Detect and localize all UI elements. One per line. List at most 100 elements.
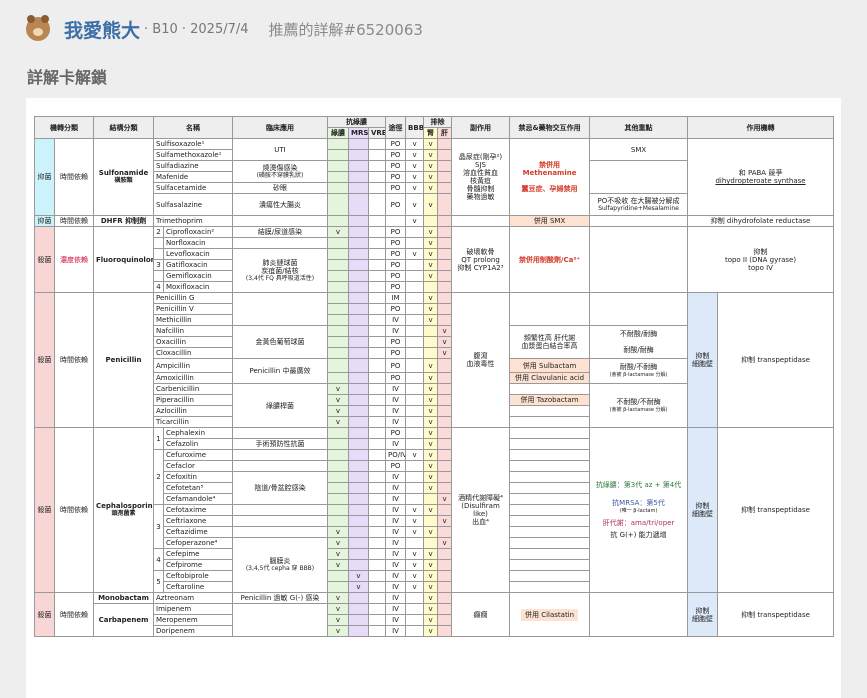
col-clinical: 臨床應用 [232,116,328,139]
class-label: Sulfonamide [98,169,149,177]
post-header: 我愛熊大 · B10 · 2025/7/4 推薦的詳解#6520063 [26,14,423,44]
route: IV [385,526,407,538]
side-effect: 破壞軟骨 [466,247,495,256]
route: PO/IV [385,449,407,461]
kidney: v [423,270,439,282]
side-effect: SJS [475,161,486,169]
drug-name: Aztreonam [153,592,233,604]
col-antipseudo: 抗綠膿 [326,116,387,128]
class-cell: Fluoroquinolone [93,226,154,293]
bbb: v [405,160,425,172]
kidney: v [423,193,439,216]
clinical-cell: 金黃色葡萄球菌 [232,325,328,359]
col-name: 名稱 [153,116,233,139]
section-title: 詳解卡解鎖 [27,68,108,87]
side-effect: 抑制 CYP1A2³ [457,263,504,272]
col-green: 綠膿 [327,127,349,139]
clinical-text: (3,4代 FQ 具呼吸道活性) [245,274,315,282]
other-text: 抗MRSA：第5代 [612,499,665,507]
clinical-cell: 砂眼 [232,182,328,194]
route: IV [385,625,407,637]
side-effect: 骨髓抑制 [466,185,495,193]
table-row: 殺菌 濃度依賴 Fluoroquinolone 2 Ciprofloxacin²… [34,226,835,293]
side-effects-cell: 癲癇 [451,592,511,637]
clinical-text: 肺炎鏈球菌 [262,258,298,267]
dep-cell: 濃度依賴 [54,226,94,293]
moa-cell: 抑制 細胞壁 [687,292,719,428]
side-effect: 溶血性貧血 [463,169,499,177]
page-title: 推薦的詳解#6520063 [268,20,423,39]
col-mrsa: MRSA [348,127,369,139]
header-row-1: 機轉分類 結構分類 名稱 臨床應用 抗綠膿 途徑 BBB 排除 副作用 禁忌&藥… [34,116,835,139]
drug-name: Nafcillin [153,325,233,337]
drug-name: Cefuroxime [163,449,233,461]
moa-text: topo IV [748,263,773,272]
dep-cell: 時間依賴 [54,215,94,227]
drug-name: Cefaclor [163,460,233,472]
class-cell: Cephalosporin 頭孢菌素 [93,427,154,593]
moa-text: topo II (DNA gyrase) [724,255,797,264]
green: v [327,548,349,560]
side-effect: 酒精代謝障礙⁴ [458,494,503,502]
dep-cell: 時間依賴 [54,592,94,637]
other-text: (會被 β-lactamase 分解) [609,372,668,378]
clinical-text: (磺胺不穿膜乳狀) [256,171,304,179]
green: v [327,537,349,549]
green: v [327,625,349,637]
clinical-cell: 腦膜炎 (3,4,5代 cepha 穿 BBB) [232,537,328,593]
route: PO [385,226,407,238]
class-cell: Monobactam [93,592,154,604]
bbb: v [405,515,425,527]
kidney: v [423,171,439,183]
green: v [327,559,349,571]
gen: 4 [153,281,164,293]
green: v [327,405,349,417]
route: PO [385,281,407,293]
drug-name: Cefpirome [163,559,233,571]
clinical-cell: 陰道/骨盆腔感染 [232,471,328,505]
other-cell: 不耐酸/耐酶 耐酸/耐酶 [589,325,689,359]
contra-cell: 併用 Tazobactam [509,394,591,406]
drug-name: Gatifloxacin [163,259,233,271]
clinical-cell: 肺炎鏈球菌 炭疽菌/結核 (3,4代 FQ 具呼吸道活性) [232,248,328,293]
kidney: v [423,160,439,172]
dep-cell: 時間依賴 [54,427,94,593]
clinical-cell: 綠膿桿菌 [232,383,328,428]
route: IV [385,493,407,505]
contra-text: 頻繁性高 肝代謝 [523,334,576,342]
drug-name: Cephalexin [163,427,233,439]
other-text: Sulfapyridine+Mesalamine [598,204,679,212]
drug-name: Mafenide [153,171,233,183]
antibiotic-table: 機轉分類 結構分類 名稱 臨床應用 抗綠膿 途徑 BBB 排除 副作用 禁忌&藥… [34,116,835,637]
side-effect: QT prolong [461,255,500,264]
drug-name: Trimethoprim [153,215,233,227]
side-effects-cell: 晶尿症(剛孕²) SJS 溶血性貧血 核黃疸 骨髓抑制 藥物過敏 [451,138,511,216]
bbb: v [405,182,425,194]
drug-name: Ceftriaxone [163,515,233,527]
green: v [327,526,349,538]
avatar[interactable] [26,15,50,41]
moa-text: dihydropteroate synthase [715,177,806,185]
username[interactable]: 我愛熊大 [64,16,140,43]
other-text: 抗綠膿：第3代 az + 第4代 [595,481,682,489]
green: v [327,383,349,395]
side-effect: 血液毒性 [466,360,495,368]
col-liver: 肝 [437,127,453,139]
green: v [327,592,349,604]
route: IV [385,548,407,560]
route: IV [385,438,407,450]
contra-cell: 禁併用制酸劑/Ca²⁺ [509,226,591,293]
mech-cell: 殺菌 [34,427,55,593]
gen [153,270,164,282]
gen: 5 [153,570,164,593]
drug-name: Sulfadiazine [153,160,233,172]
side-effect: 核黃疸 [470,177,492,185]
other-cell: SMX [589,138,689,161]
drug-name: Carbenicillin [153,383,233,395]
clinical-text: 腦膜炎 [269,557,291,565]
clinical-cell: 手術預防性抗菌 [232,438,328,450]
class-sub: 頭孢菌素 [111,510,136,517]
route: PO [385,303,407,315]
clinical-cell: Penicillin 中最廣效 [232,358,328,384]
gen: 1 [153,427,164,450]
